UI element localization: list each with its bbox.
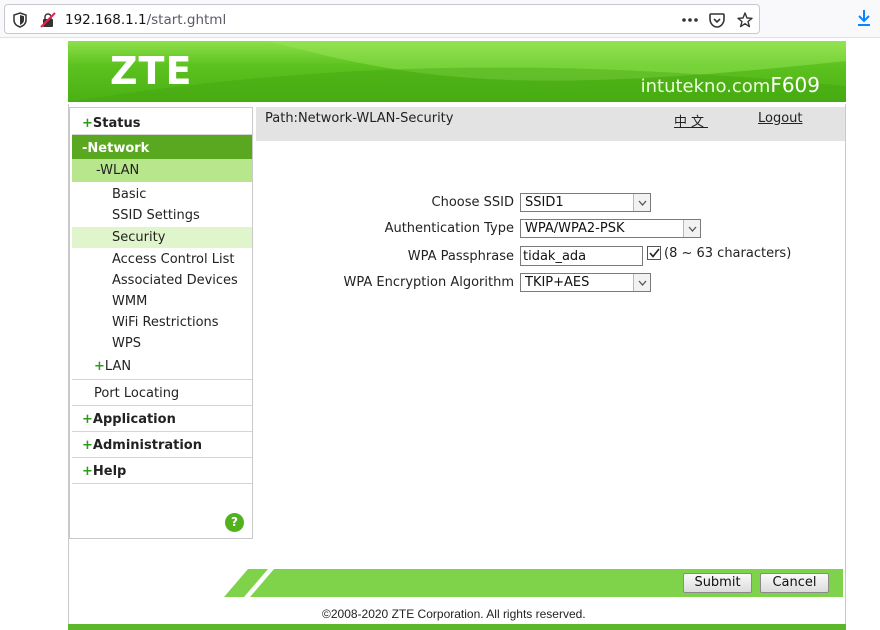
model-name: F609: [770, 73, 820, 97]
choose-ssid-label: Choose SSID: [431, 195, 514, 210]
address-bar[interactable]: 192.168.1.1/start.ghtml: [4, 4, 760, 34]
sidebar-item-label: Help: [92, 464, 127, 479]
download-icon[interactable]: [855, 9, 873, 27]
zte-logo: ZTE: [110, 49, 193, 93]
wpa-encryption-label: WPA Encryption Algorithm: [343, 275, 514, 290]
chevron-down-icon: [633, 194, 650, 211]
url-host: 192.168.1.1: [65, 12, 147, 28]
sidebar-item-basic[interactable]: Basic: [72, 184, 252, 205]
ssid-select[interactable]: SSID1: [520, 193, 651, 212]
authentication-type-value: WPA/WPA2-PSK: [525, 221, 625, 236]
sidebar-item-wmm[interactable]: WMM: [72, 291, 252, 312]
chevron-down-icon: [633, 274, 650, 291]
wpa-passphrase-label: WPA Passphrase: [407, 249, 514, 264]
model-branding: intutekno.comF609: [641, 73, 820, 97]
sidebar-item-port-locating[interactable]: Port Locating: [72, 380, 252, 406]
browser-toolbar: 192.168.1.1/start.ghtml: [0, 0, 880, 38]
sidebar-item-label: Network: [87, 141, 150, 156]
expand-icon: +: [82, 464, 93, 479]
sidebar-item-administration[interactable]: +Administration: [72, 432, 252, 458]
sidebar-item-network[interactable]: -Network: [72, 135, 252, 160]
passphrase-length-hint: (8 ~ 63 characters): [664, 246, 792, 261]
checkmark-icon: [648, 248, 660, 258]
sidebar-item-access-control-list[interactable]: Access Control List: [72, 249, 252, 270]
sidebar-item-label: LAN: [104, 359, 132, 374]
brand-site: intutekno.com: [640, 76, 771, 97]
sidebar-item-application[interactable]: +Application: [72, 406, 252, 432]
sidebar-item-label: WLAN: [100, 163, 140, 178]
expand-icon: +: [94, 359, 105, 374]
bookmark-star-icon[interactable]: [736, 11, 754, 29]
show-passphrase-checkbox[interactable]: [647, 246, 661, 260]
sidebar-item-label: Administration: [92, 438, 202, 453]
router-header: ZTE intutekno.comF609: [68, 41, 846, 102]
copyright-text: ©2008-2020 ZTE Corporation. All rights r…: [322, 607, 586, 621]
expand-icon: +: [82, 116, 93, 131]
url-path: /start.ghtml: [146, 12, 227, 28]
expand-icon: +: [82, 412, 93, 427]
submit-button[interactable]: Submit: [683, 573, 752, 593]
sidebar: +Status -Network -WLAN Basic SSID Settin…: [69, 107, 253, 539]
help-icon[interactable]: ?: [225, 513, 244, 532]
authentication-type-select[interactable]: WPA/WPA2-PSK: [520, 219, 701, 238]
url-text[interactable]: 192.168.1.1/start.ghtml: [65, 12, 226, 28]
sidebar-item-help[interactable]: +Help: [72, 458, 252, 484]
sidebar-item-wifi-restrictions[interactable]: WiFi Restrictions: [72, 312, 252, 333]
shield-icon[interactable]: [11, 11, 29, 29]
wpa-encryption-value: TKIP+AES: [525, 275, 590, 290]
sidebar-item-label: Status: [92, 116, 141, 131]
sidebar-item-ssid-settings[interactable]: SSID Settings: [72, 205, 252, 226]
wpa-encryption-select[interactable]: TKIP+AES: [520, 273, 651, 292]
wpa-passphrase-input[interactable]: [520, 246, 643, 266]
authentication-type-label: Authentication Type: [384, 221, 514, 236]
cancel-button[interactable]: Cancel: [760, 573, 829, 593]
ssid-select-value: SSID1: [525, 195, 564, 210]
logout-link[interactable]: Logout: [758, 111, 803, 126]
expand-icon: +: [82, 438, 93, 453]
breadcrumb-bar: Path:Network-WLAN-Security 中文 Logout: [256, 107, 845, 141]
bottom-strip: [68, 624, 846, 630]
breadcrumb: Path:Network-WLAN-Security: [265, 111, 454, 126]
insecure-lock-icon[interactable]: [39, 11, 57, 29]
language-link[interactable]: 中文: [674, 111, 708, 130]
sidebar-item-wlan[interactable]: -WLAN: [72, 159, 252, 182]
sidebar-item-wps[interactable]: WPS: [72, 333, 252, 354]
sidebar-item-security[interactable]: Security: [72, 227, 252, 248]
sidebar-item-associated-devices[interactable]: Associated Devices: [72, 270, 252, 291]
sidebar-item-lan[interactable]: +LAN: [72, 354, 252, 380]
pocket-icon[interactable]: [708, 11, 726, 29]
chevron-down-icon: [683, 220, 700, 237]
sidebar-item-label: Application: [92, 412, 176, 427]
more-actions-icon[interactable]: [681, 11, 699, 29]
sidebar-item-status[interactable]: +Status: [72, 110, 252, 135]
